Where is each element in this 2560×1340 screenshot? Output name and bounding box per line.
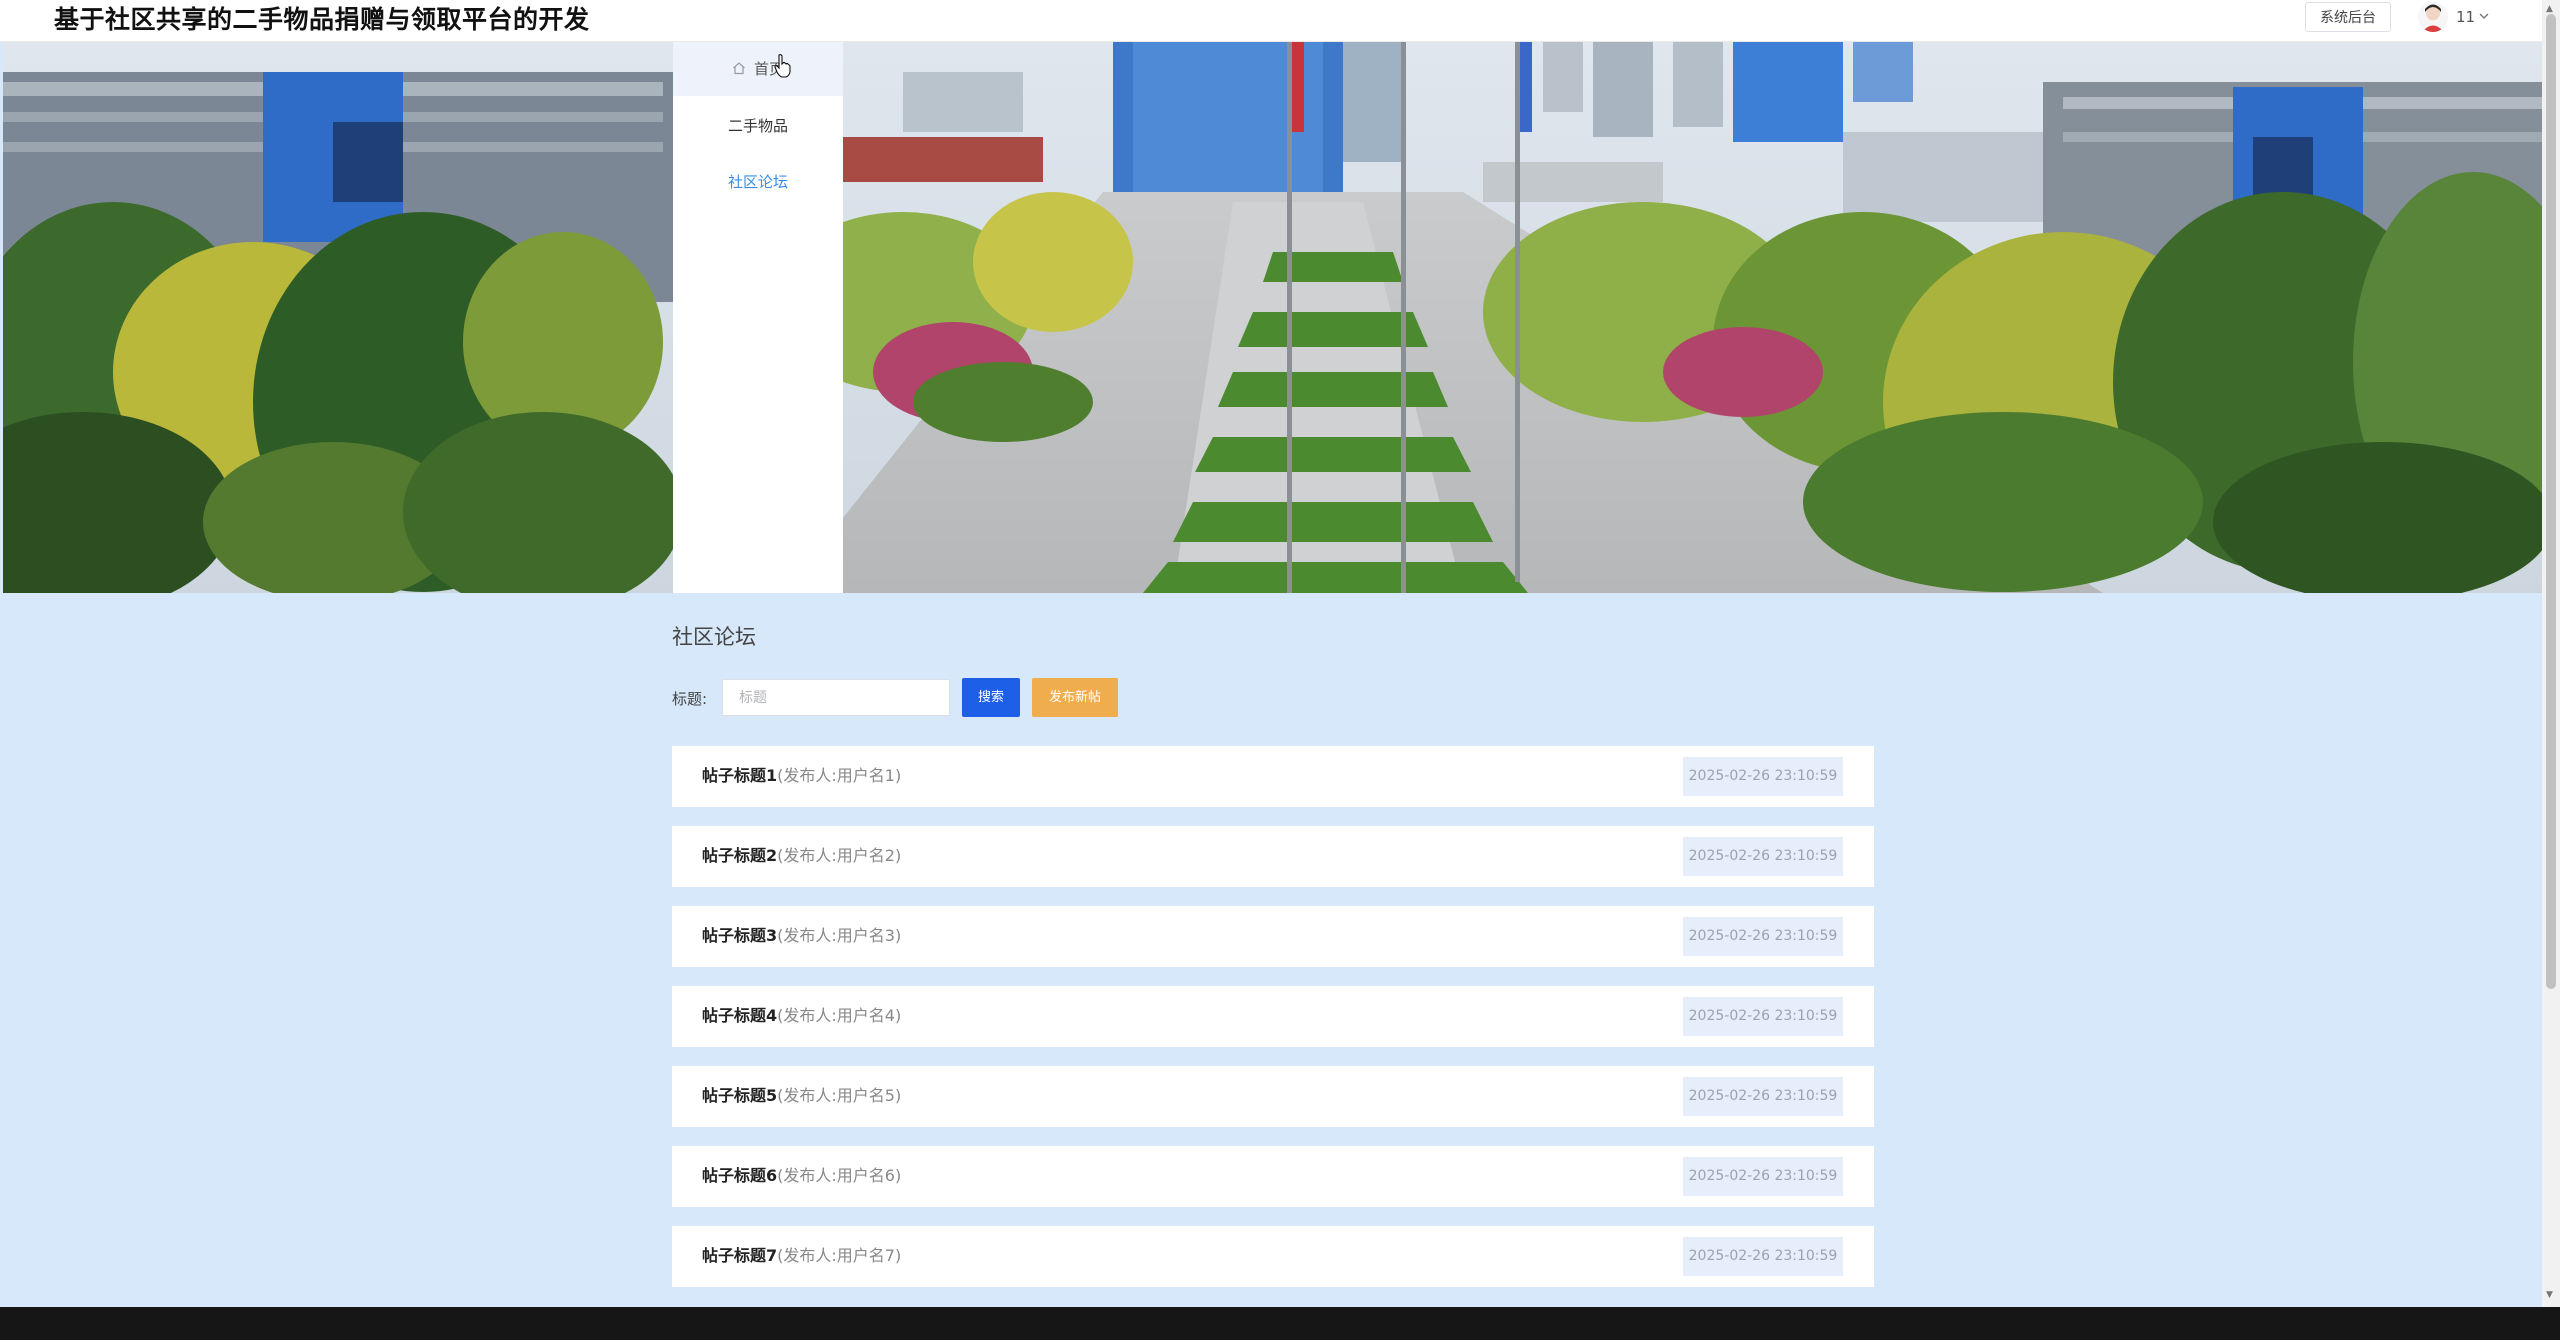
bottom-black-strip xyxy=(0,1307,2560,1340)
post-row[interactable]: 帖子标题3(发布人:用户名3) 2025-02-26 23:10:59 xyxy=(672,906,1874,967)
mouse-cursor-icon xyxy=(774,54,792,82)
post-row[interactable]: 帖子标题7(发布人:用户名7) 2025-02-26 23:10:59 xyxy=(672,1226,1874,1287)
nav-label-forum: 社区论坛 xyxy=(727,173,788,191)
post-title[interactable]: 帖子标题5(发布人:用户名5) xyxy=(702,1084,901,1108)
post-list: 帖子标题1(发布人:用户名1) 2025-02-26 23:10:59 帖子标题… xyxy=(672,746,1874,1306)
post-row[interactable]: 帖子标题2(发布人:用户名2) 2025-02-26 23:10:59 xyxy=(672,826,1874,887)
post-author: (发布人:用户名4) xyxy=(777,1006,902,1025)
post-title[interactable]: 帖子标题7(发布人:用户名7) xyxy=(702,1244,901,1268)
avatar[interactable] xyxy=(2418,2,2448,32)
nav-item-forum[interactable]: 社区论坛 xyxy=(673,155,843,209)
post-title-text: 帖子标题7 xyxy=(702,1246,778,1265)
post-title[interactable]: 帖子标题4(发布人:用户名4) xyxy=(702,1004,901,1028)
new-post-button[interactable]: 发布新帖 xyxy=(1032,678,1118,717)
scroll-down-arrow-icon[interactable]: ▼ xyxy=(2546,1290,2553,1300)
nav-item-home[interactable]: 首页 xyxy=(673,42,843,96)
system-admin-button[interactable]: 系统后台 xyxy=(2305,2,2391,32)
post-row[interactable]: 帖子标题6(发布人:用户名6) 2025-02-26 23:10:59 xyxy=(672,1146,1874,1207)
chevron-down-icon[interactable] xyxy=(2478,5,2490,31)
search-label: 标题: xyxy=(672,690,708,708)
nav-label-secondhand: 二手物品 xyxy=(727,117,788,135)
post-title-text: 帖子标题6 xyxy=(702,1166,778,1185)
post-author: (发布人:用户名2) xyxy=(777,846,902,865)
post-title-text: 帖子标题2 xyxy=(702,846,778,865)
post-author: (发布人:用户名3) xyxy=(777,926,902,945)
scroll-up-arrow-icon[interactable]: ▲ xyxy=(2546,4,2553,14)
post-title-text: 帖子标题5 xyxy=(702,1086,778,1105)
vertical-scrollbar[interactable]: ▲ ▼ xyxy=(2542,0,2560,1307)
scrollbar-thumb[interactable] xyxy=(2546,14,2556,989)
post-author: (发布人:用户名1) xyxy=(777,766,902,785)
post-date: 2025-02-26 23:10:59 xyxy=(1683,997,1843,1036)
search-title-input[interactable] xyxy=(722,679,950,716)
user-name: 11 xyxy=(2456,8,2476,26)
site-title: 基于社区共享的二手物品捐赠与领取平台的开发 xyxy=(54,5,590,34)
post-author: (发布人:用户名5) xyxy=(777,1086,902,1105)
post-row[interactable]: 帖子标题1(发布人:用户名1) 2025-02-26 23:10:59 xyxy=(672,746,1874,807)
post-date: 2025-02-26 23:10:59 xyxy=(1683,837,1843,876)
browser-viewport: 基于社区共享的二手物品捐赠与领取平台的开发 系统后台 11 首页 二手物品 社区… xyxy=(0,0,2560,1307)
post-title[interactable]: 帖子标题1(发布人:用户名1) xyxy=(702,764,901,788)
post-row[interactable]: 帖子标题5(发布人:用户名5) 2025-02-26 23:10:59 xyxy=(672,1066,1874,1127)
post-title[interactable]: 帖子标题6(发布人:用户名6) xyxy=(702,1164,901,1188)
post-date: 2025-02-26 23:10:59 xyxy=(1683,1237,1843,1276)
user-menu[interactable]: 11 xyxy=(2418,0,2528,36)
post-date: 2025-02-26 23:10:59 xyxy=(1683,1077,1843,1116)
forum-title: 社区论坛 xyxy=(672,625,756,649)
post-date: 2025-02-26 23:10:59 xyxy=(1683,1157,1843,1196)
search-button[interactable]: 搜索 xyxy=(962,678,1020,717)
post-author: (发布人:用户名7) xyxy=(777,1246,902,1265)
post-title-text: 帖子标题4 xyxy=(702,1006,778,1025)
post-title-text: 帖子标题1 xyxy=(702,766,778,785)
post-author: (发布人:用户名6) xyxy=(777,1166,902,1185)
post-date: 2025-02-26 23:10:59 xyxy=(1683,917,1843,956)
home-icon xyxy=(732,43,746,97)
post-title[interactable]: 帖子标题2(发布人:用户名2) xyxy=(702,844,901,868)
banner-image xyxy=(3,42,2542,593)
top-header: 基于社区共享的二手物品捐赠与领取平台的开发 系统后台 11 xyxy=(0,0,2542,42)
post-date: 2025-02-26 23:10:59 xyxy=(1683,757,1843,796)
post-row[interactable]: 帖子标题4(发布人:用户名4) 2025-02-26 23:10:59 xyxy=(672,986,1874,1047)
nav-item-secondhand[interactable]: 二手物品 xyxy=(673,99,843,153)
nav-menu: 首页 二手物品 社区论坛 xyxy=(673,42,843,593)
post-title[interactable]: 帖子标题3(发布人:用户名3) xyxy=(702,924,901,948)
post-title-text: 帖子标题3 xyxy=(702,926,778,945)
